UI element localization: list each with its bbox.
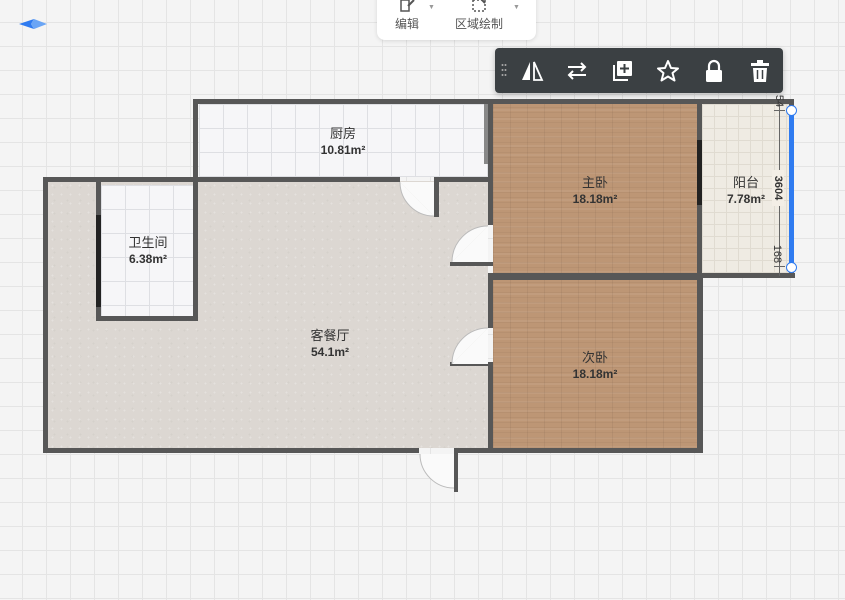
wall [193, 177, 400, 182]
bathroom-floor[interactable] [101, 185, 194, 316]
dimension-tick [774, 110, 785, 111]
wall [96, 181, 101, 321]
bathroom-label: 卫生间 6.38m² [108, 235, 188, 267]
area-draw-menu-item[interactable]: 区域绘制 [449, 0, 509, 34]
edit-icon [387, 0, 427, 13]
edit-menu-item[interactable]: 编辑 [387, 0, 427, 34]
door-swing-icon [451, 225, 489, 263]
balcony-label: 阳台 7.78m² [712, 175, 780, 207]
wall [450, 362, 493, 366]
area-draw-dropdown-caret-icon[interactable]: ▼ [513, 4, 520, 11]
wall [697, 273, 703, 453]
dimension-bottom-text: 168 [771, 244, 783, 264]
wall [697, 99, 702, 278]
balcony-floor[interactable] [702, 104, 790, 273]
wall [193, 99, 793, 104]
wall [43, 448, 419, 453]
window [96, 215, 101, 307]
window [484, 104, 488, 164]
favorite-icon[interactable] [653, 56, 683, 86]
master-bedroom-floor[interactable] [493, 104, 697, 273]
drag-handle-icon[interactable] [501, 63, 507, 77]
wall [43, 177, 198, 182]
kitchen-floor[interactable] [199, 104, 488, 177]
second-bedroom-label: 次卧 18.18m² [555, 350, 635, 382]
room-name: 阳台 [732, 175, 759, 190]
room-area: 18.18m² [572, 192, 618, 206]
wall [697, 273, 795, 278]
mirror-icon[interactable] [517, 56, 547, 86]
back-arrow-icon[interactable] [18, 16, 48, 32]
kitchen-label: 厨房 10.81m² [303, 126, 383, 158]
dimension-main-text: 3604 [772, 170, 784, 206]
wall [434, 177, 439, 217]
wall [488, 99, 493, 225]
dimension-line [779, 100, 780, 276]
wall [455, 448, 703, 453]
top-menu: 编辑 ▼ 区域绘制 ▼ [377, 0, 536, 40]
second-bedroom-floor[interactable] [493, 280, 697, 448]
wall [43, 177, 48, 453]
room-area: 6.38m² [128, 252, 168, 266]
room-area: 54.1m² [310, 345, 350, 359]
wall [454, 448, 458, 492]
swap-icon[interactable] [562, 56, 592, 86]
lock-icon[interactable] [699, 56, 729, 86]
room-area: 10.81m² [320, 143, 366, 157]
selection-toolbar [495, 48, 783, 93]
door-swing-icon [399, 181, 435, 217]
room-name: 卫生间 [128, 235, 168, 250]
wall [488, 273, 702, 280]
wall [96, 316, 198, 321]
wall [488, 273, 493, 328]
door-swing-icon [451, 327, 489, 365]
wall [193, 181, 198, 321]
wall [450, 262, 493, 266]
selected-wall-highlight[interactable] [789, 110, 794, 267]
wall [488, 364, 493, 453]
copy-icon[interactable] [607, 56, 637, 86]
room-name: 主卧 [581, 175, 608, 190]
room-name: 次卧 [581, 350, 608, 365]
room-area: 18.18m² [572, 367, 618, 381]
area-draw-label: 区域绘制 [454, 17, 503, 31]
master-bedroom-label: 主卧 18.18m² [555, 175, 635, 207]
selection-handle-top[interactable] [786, 105, 797, 116]
edit-dropdown-caret-icon[interactable]: ▼ [428, 4, 435, 11]
dimension-top-text: 54 [773, 94, 785, 108]
area-draw-icon [449, 0, 509, 13]
delete-icon[interactable] [745, 56, 775, 86]
dimension-tick [774, 266, 785, 267]
room-name: 厨房 [329, 126, 356, 141]
wall [436, 177, 492, 182]
room-name: 客餐厅 [310, 328, 350, 343]
living-room-label: 客餐厅 54.1m² [290, 328, 370, 360]
selection-handle-bottom[interactable] [786, 262, 797, 273]
wall [193, 99, 198, 185]
edit-label: 编辑 [394, 17, 419, 31]
wall [789, 99, 794, 278]
window [697, 140, 702, 205]
living-room-floor[interactable] [48, 181, 488, 448]
door-swing-icon [419, 453, 455, 489]
room-area: 7.78m² [726, 192, 766, 206]
